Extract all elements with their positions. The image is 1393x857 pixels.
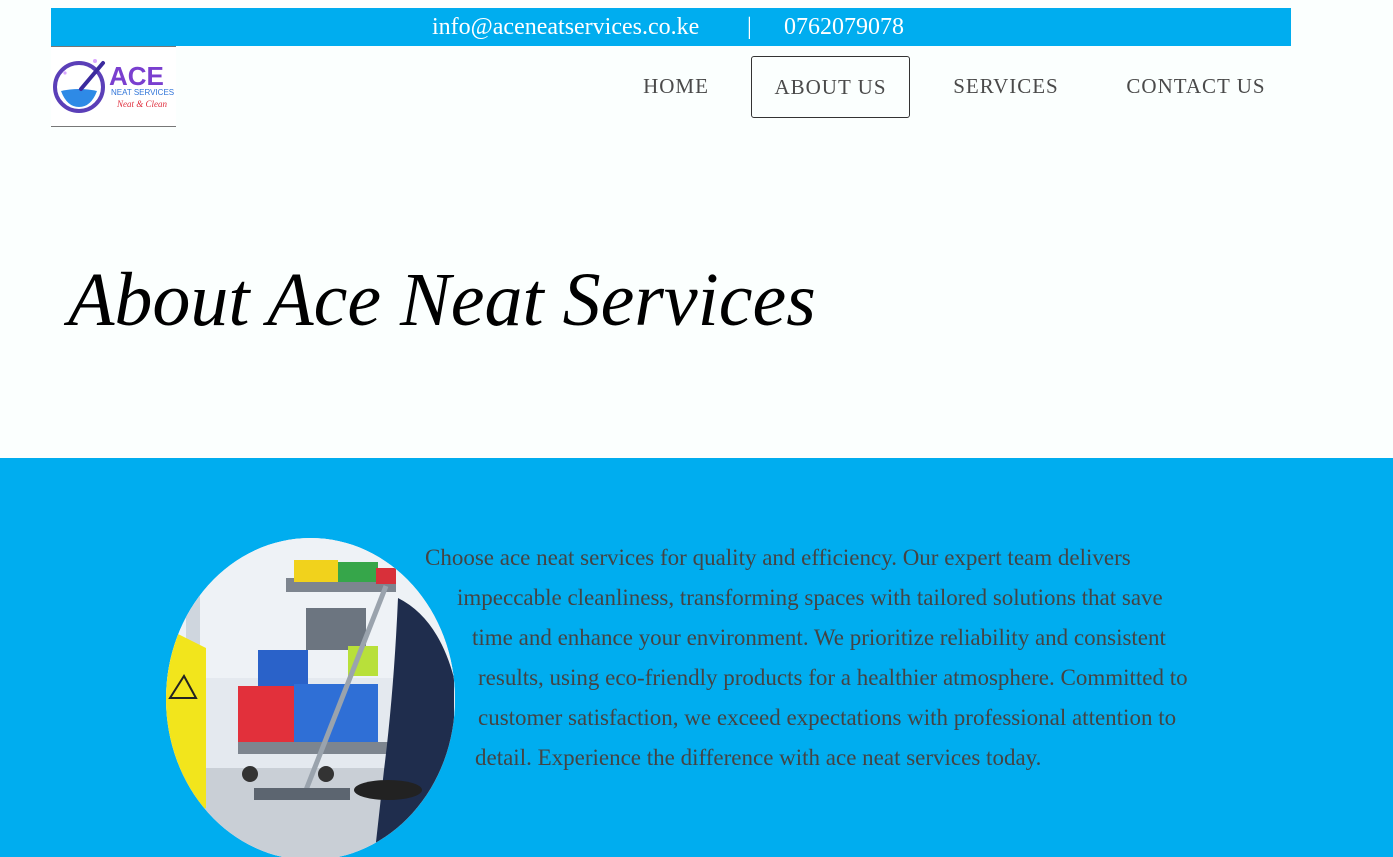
about-text-line: results, using eco-friendly products for… — [478, 665, 1188, 690]
logo-mark-icon: ACE NEAT SERVICES Neat & Clean — [53, 59, 174, 113]
about-text-line: time and enhance your environment. We pr… — [472, 625, 1166, 650]
topbar-separator: | — [747, 14, 752, 40]
contact-topbar: info@aceneatservices.co.ke | 0762079078 — [51, 8, 1291, 46]
logo-subtitle-text: NEAT SERVICES — [111, 88, 174, 97]
about-text-line: Choose ace neat services for quality and… — [425, 545, 1131, 570]
topbar-email-link[interactable]: info@aceneatservices.co.ke — [432, 8, 699, 46]
cleaning-cart-photo — [166, 538, 455, 857]
site-logo[interactable]: ACE NEAT SERVICES Neat & Clean — [51, 46, 176, 127]
nav-home[interactable]: HOME — [631, 56, 721, 118]
nav-services[interactable]: SERVICES — [940, 56, 1072, 118]
nav-about-us[interactable]: ABOUT US — [751, 56, 910, 118]
page-title: About Ace Neat Services — [68, 258, 816, 342]
about-text-line: detail. Experience the difference with a… — [475, 745, 1042, 770]
logo-tagline-text: Neat & Clean — [116, 99, 167, 109]
logo-brand-text: ACE — [109, 61, 164, 91]
about-section: Choose ace neat services for quality and… — [0, 458, 1393, 857]
topbar-phone-link[interactable]: 0762079078 — [784, 8, 904, 46]
nav-contact-us[interactable]: CONTACT US — [1112, 56, 1280, 118]
about-text-line: customer satisfaction, we exceed expecta… — [478, 705, 1177, 730]
about-text-line: impeccable cleanliness, transforming spa… — [457, 585, 1163, 610]
